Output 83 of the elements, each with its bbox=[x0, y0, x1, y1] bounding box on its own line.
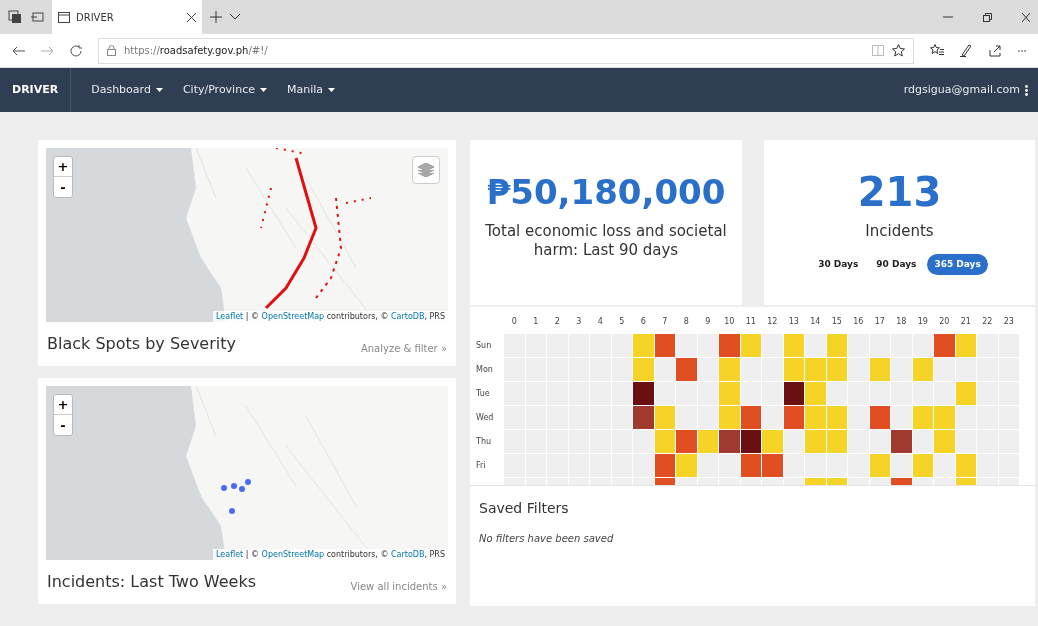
close-window-icon[interactable] bbox=[1022, 12, 1030, 22]
pen-icon[interactable] bbox=[960, 44, 973, 57]
chevron-down-icon[interactable] bbox=[230, 14, 240, 20]
empty-message: No filters have been saved bbox=[479, 532, 614, 546]
hour-label: 16 bbox=[852, 316, 865, 328]
hour-label: 17 bbox=[873, 316, 886, 328]
star-icon[interactable] bbox=[892, 44, 905, 57]
hour-label: 22 bbox=[981, 316, 994, 328]
caret-icon bbox=[155, 88, 163, 92]
range-tab[interactable]: 90 Days bbox=[869, 254, 924, 275]
hour-label: 19 bbox=[916, 316, 929, 328]
hour-label: 12 bbox=[766, 316, 779, 328]
nav-menu[interactable]: Dashboard bbox=[91, 81, 163, 99]
day-label: Fri bbox=[476, 459, 487, 472]
refresh-icon[interactable] bbox=[70, 44, 82, 57]
layers-icon bbox=[418, 163, 434, 177]
incidents-count: 213 bbox=[857, 168, 942, 216]
caret-icon bbox=[328, 88, 336, 92]
range-tab[interactable]: 365 Days bbox=[927, 254, 988, 275]
back-tab-icon[interactable] bbox=[30, 10, 44, 24]
leaflet-link[interactable]: Leaflet bbox=[216, 312, 244, 321]
incidents-caption: Incidents bbox=[865, 222, 934, 241]
user-email[interactable]: rdgsigua@gmail.com bbox=[903, 81, 1020, 99]
hour-label: 8 bbox=[682, 316, 690, 328]
zoom-out-button[interactable]: - bbox=[54, 415, 72, 435]
osm-link[interactable]: OpenStreetMap bbox=[261, 312, 325, 321]
day-label: Thu bbox=[476, 435, 493, 448]
restore-icon[interactable] bbox=[983, 12, 992, 22]
day-label: Mon bbox=[476, 363, 494, 376]
hour-label: 4 bbox=[596, 316, 604, 328]
map-attribution: Leaflet | © OpenStreetMap contributors, © CartoDB, PRS bbox=[213, 311, 448, 322]
lock-icon bbox=[107, 45, 116, 56]
url-field[interactable]: https://roadsafety.gov.ph/#!/ bbox=[98, 37, 914, 64]
hour-label: 13 bbox=[787, 316, 800, 328]
hour-label: 21 bbox=[959, 316, 972, 328]
loss-value: ₱50,180,000 bbox=[486, 171, 726, 214]
share-icon[interactable] bbox=[989, 44, 1002, 57]
hour-label: 14 bbox=[809, 316, 822, 328]
hour-label: 7 bbox=[661, 316, 669, 328]
zoom-out-button[interactable]: - bbox=[54, 177, 72, 197]
hour-label: 3 bbox=[575, 316, 583, 328]
hour-label: 0 bbox=[510, 316, 518, 328]
nav-menu[interactable]: Manila bbox=[286, 81, 336, 99]
hour-label: 2 bbox=[553, 316, 561, 328]
back-icon[interactable] bbox=[12, 45, 25, 56]
url-text: https://roadsafety.gov.ph/#!/ bbox=[124, 44, 269, 58]
hour-label: 6 bbox=[639, 316, 647, 328]
hour-label: 20 bbox=[938, 316, 951, 328]
day-label: Wed bbox=[476, 411, 495, 424]
map-attribution: Leaflet | © OpenStreetMap contributors, © CartoDB, PRS bbox=[213, 549, 448, 560]
hour-label: 5 bbox=[618, 316, 626, 328]
page-icon bbox=[58, 11, 70, 23]
hour-label: 23 bbox=[1002, 316, 1015, 328]
osm-link[interactable]: OpenStreetMap bbox=[261, 550, 325, 559]
browser-tab[interactable]: DRIVER bbox=[52, 0, 202, 34]
tab-title: DRIVER bbox=[76, 10, 115, 25]
day-label: Tue bbox=[476, 387, 491, 400]
card-title: Incidents: Last Two Weeks bbox=[47, 571, 256, 593]
day-label: Sun bbox=[476, 339, 493, 352]
loss-caption: Total economic loss and societal harm: Last 90 days bbox=[484, 222, 728, 260]
view-incidents-link[interactable]: View all incidents » bbox=[350, 579, 447, 594]
leaflet-link[interactable]: Leaflet bbox=[216, 550, 244, 559]
close-icon[interactable] bbox=[187, 12, 196, 22]
card-title: Black Spots by Severity bbox=[47, 333, 236, 355]
analyze-link[interactable]: Analyze & filter » bbox=[360, 341, 447, 356]
hour-label: 11 bbox=[744, 316, 757, 328]
nav-menu[interactable]: City/Province bbox=[182, 81, 267, 99]
layers-button[interactable] bbox=[412, 156, 440, 184]
zoom-in-button[interactable]: + bbox=[54, 157, 72, 177]
hour-label: 10 bbox=[723, 316, 736, 328]
caret-icon bbox=[259, 88, 267, 92]
hour-label: 18 bbox=[895, 316, 908, 328]
favorites-icon[interactable] bbox=[930, 44, 944, 57]
new-tab-icon[interactable] bbox=[210, 11, 222, 23]
kebab-menu-icon[interactable] bbox=[1025, 84, 1028, 96]
saved-filters-title: Saved Filters bbox=[479, 499, 569, 518]
hour-label: 9 bbox=[704, 316, 712, 328]
hour-label: 15 bbox=[830, 316, 843, 328]
tabs-icon[interactable] bbox=[8, 10, 22, 24]
brand-logo[interactable]: DRIVER bbox=[0, 68, 72, 112]
zoom-in-button[interactable]: + bbox=[54, 395, 72, 415]
range-tab[interactable]: 30 Days bbox=[811, 254, 866, 275]
hour-label: 1 bbox=[532, 316, 540, 328]
